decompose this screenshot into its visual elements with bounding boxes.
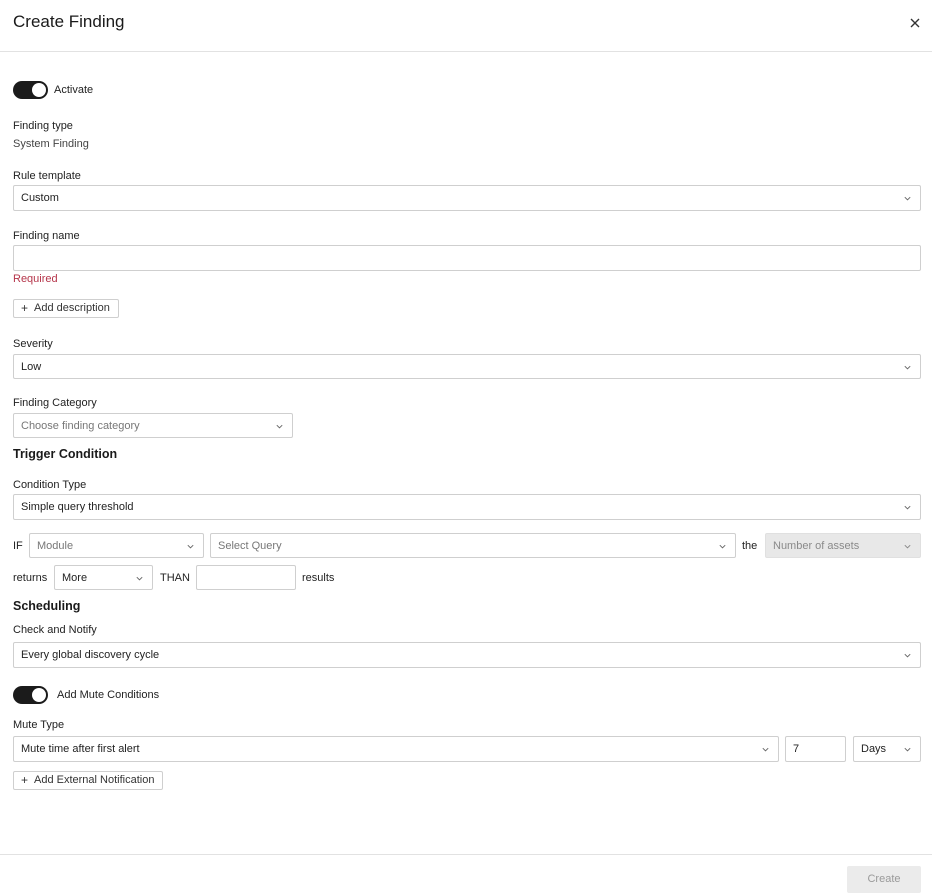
activate-toggle[interactable] (13, 81, 48, 99)
trigger-condition-heading: Trigger Condition (13, 447, 118, 461)
mute-type-value: Mute time after first alert (21, 743, 140, 755)
close-icon[interactable] (907, 15, 923, 31)
toggle-knob (32, 688, 46, 702)
add-external-notification-button[interactable]: + Add External Notification (13, 771, 164, 790)
chevron-down-icon (719, 544, 726, 549)
check-notify-label: Check and Notify (13, 624, 97, 636)
dialog-header: Create Finding (0, 0, 932, 52)
check-notify-value: Every global discovery cycle (21, 649, 160, 661)
dialog-footer (0, 854, 932, 896)
if-label: IF (13, 540, 23, 552)
chevron-down-icon (276, 424, 283, 429)
chevron-down-icon (904, 365, 911, 370)
mute-amount-input[interactable]: 7 (785, 736, 846, 762)
than-label: THAN (160, 572, 190, 584)
mute-toggle[interactable] (13, 686, 48, 704)
finding-category-select[interactable]: Choose finding category (13, 413, 293, 438)
chevron-down-icon (187, 544, 194, 549)
results-label: results (302, 572, 335, 584)
assets-placeholder: Number of assets (773, 540, 860, 552)
assets-select: Number of assets (765, 533, 921, 558)
the-label: the (742, 540, 758, 552)
finding-type-value: System Finding (13, 138, 89, 150)
mute-unit-select[interactable]: Days (853, 736, 921, 762)
add-external-notification-label: Add External Notification (34, 774, 155, 786)
chevron-down-icon (904, 747, 911, 752)
finding-category-label: Finding Category (13, 397, 97, 409)
finding-name-error: Required (13, 273, 58, 285)
chevron-down-icon (904, 544, 911, 549)
create-button[interactable]: Create (847, 866, 921, 893)
mute-unit-value: Days (861, 743, 887, 755)
module-select[interactable]: Module (29, 533, 204, 558)
chevron-down-icon (904, 505, 911, 510)
module-placeholder: Module (37, 540, 74, 552)
rule-template-label: Rule template (13, 170, 81, 182)
plus-icon: + (21, 773, 29, 787)
severity-value: Low (21, 361, 42, 373)
rule-template-select[interactable]: Custom (13, 185, 921, 211)
condition-type-value: Simple query threshold (21, 501, 134, 513)
comparison-select[interactable]: More (54, 565, 153, 590)
condition-type-select[interactable]: Simple query threshold (13, 494, 921, 520)
plus-icon: + (21, 301, 29, 315)
query-placeholder: Select Query (218, 540, 282, 552)
rule-template-value: Custom (21, 192, 59, 204)
chevron-down-icon (136, 576, 143, 581)
finding-category-placeholder: Choose finding category (21, 420, 140, 432)
mute-toggle-label: Add Mute Conditions (57, 689, 160, 701)
check-notify-select[interactable]: Every global discovery cycle (13, 642, 921, 668)
chevron-down-icon (762, 747, 769, 752)
returns-label: returns (13, 572, 48, 584)
finding-name-label: Finding name (13, 230, 80, 242)
toggle-knob (32, 83, 46, 97)
mute-type-select[interactable]: Mute time after first alert (13, 736, 779, 762)
threshold-input[interactable] (196, 565, 296, 590)
mute-type-label: Mute Type (13, 719, 65, 731)
dialog-title: Create Finding (13, 12, 125, 31)
add-description-label: Add description (34, 302, 110, 314)
condition-type-label: Condition Type (13, 479, 87, 491)
scheduling-heading: Scheduling (13, 599, 81, 613)
query-select[interactable]: Select Query (210, 533, 736, 558)
mute-amount-value: 7 (793, 743, 800, 755)
chevron-down-icon (904, 196, 911, 201)
comparison-value: More (62, 572, 88, 584)
severity-select[interactable]: Low (13, 354, 921, 379)
finding-type-label: Finding type (13, 120, 73, 132)
activate-label: Activate (54, 84, 94, 96)
finding-name-input[interactable] (13, 245, 921, 271)
add-description-button[interactable]: + Add description (13, 299, 119, 318)
severity-label: Severity (13, 338, 53, 350)
chevron-down-icon (904, 653, 911, 658)
